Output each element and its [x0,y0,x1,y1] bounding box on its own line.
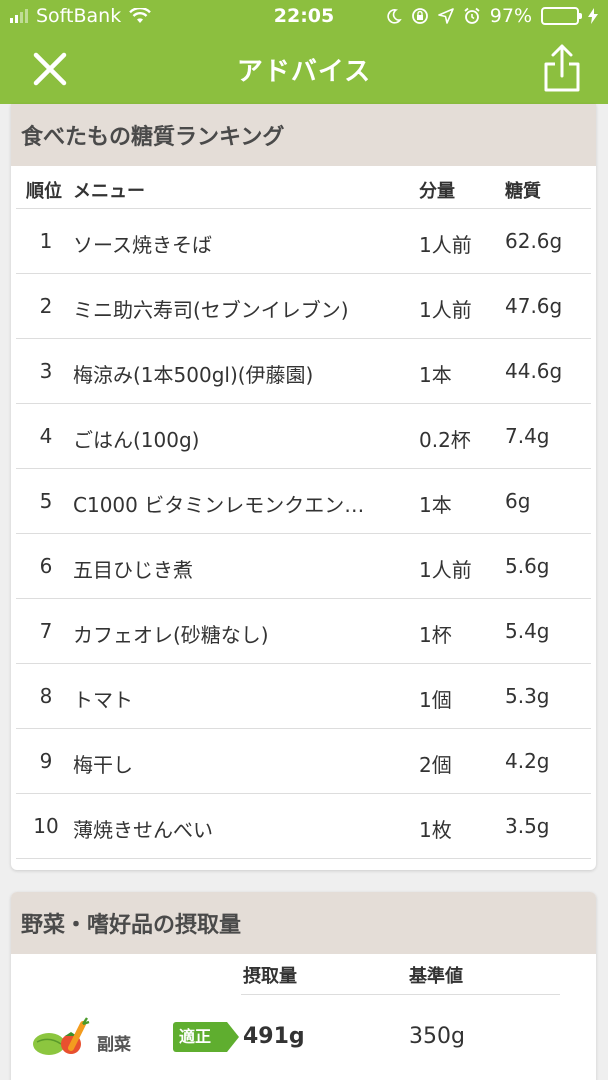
intake-table-header: 摂取量 基準値 [11,954,580,995]
rank-cell: 7 [39,619,53,643]
amount-cell: 1人前 [419,298,472,322]
header-amount: 分量 [419,181,455,202]
moon-icon [387,9,402,24]
rank-cell: 2 [39,294,53,318]
battery-icon [541,7,582,25]
status-right: 97% [386,5,598,27]
amount-cell: 1人前 [419,558,472,582]
sugar-cell: 44.6g [505,359,563,383]
sugar-cell: 6g [505,489,531,513]
menu-cell: 薄焼きせんべい [73,818,213,842]
rank-cell: 4 [39,424,53,448]
amount-cell: 1本 [419,363,452,387]
ranking-title: 食べたもの糖質ランキング [11,104,596,166]
amount-cell: 2個 [419,753,452,777]
share-icon[interactable] [540,42,584,94]
table-row[interactable]: 1 ソース焼きそば 1人前 62.6g [16,209,591,274]
ranking-rows: 1 ソース焼きそば 1人前 62.6g 2 ミニ助六寿司(セブンイレブン) 1人前 47.6g… [11,209,596,859]
table-row[interactable]: 3 梅涼み(1本500gl)(伊藤園) 1本 44.6g [16,339,591,404]
vegetables-icon [33,1017,90,1055]
rank-cell: 10 [33,814,59,838]
rank-cell: 3 [39,359,53,383]
amount-cell: 0.2杯 [419,428,471,452]
sugar-cell: 7.4g [505,424,550,448]
table-row[interactable]: 5 C1000 ビタミンレモンクエン… 1本 6g [16,469,591,534]
charging-icon [588,8,598,24]
menu-cell: 梅涼み(1本500gl)(伊藤園) [73,363,314,387]
sugar-cell: 5.3g [505,684,550,708]
amount-cell: 1本 [419,493,452,517]
intake-label: 副菜 [97,1035,131,1055]
menu-cell: トマト [73,688,133,712]
sugar-cell: 3.5g [505,814,550,838]
battery-percent: 97% [489,5,532,27]
amount-cell: 1杯 [419,623,452,647]
header-standard: 基準値 [409,966,463,987]
sugar-cell: 5.6g [505,554,550,578]
nav-bar: アドバイス [0,34,608,104]
menu-cell: C1000 ビタミンレモンクエン… [73,493,365,517]
intake-amount: 491g [243,1024,305,1049]
menu-cell: ごはん(100g) [73,428,200,452]
ranking-table-header: 順位 メニュー 分量 糖質 [16,166,591,209]
status-badge: 適正 [173,1022,239,1052]
top-bar: SoftBank 22:05 97% アドバイス [0,0,608,104]
sugar-cell: 62.6g [505,229,563,253]
rank-cell: 8 [39,684,53,708]
rank-cell: 5 [39,489,53,513]
rank-cell: 1 [39,229,53,253]
location-icon [437,8,454,24]
header-rank: 順位 [26,181,62,202]
table-row[interactable]: 4 ごはん(100g) 0.2杯 7.4g [16,404,591,469]
table-row[interactable]: 7 カフェオレ(砂糖なし) 1杯 5.4g [16,599,591,664]
header-menu: メニュー [73,181,145,202]
sugar-ranking-card: 食べたもの糖質ランキング 順位 メニュー 分量 糖質 1 ソース焼きそば 1人前 62… [11,104,596,870]
intake-title: 野菜・嗜好品の摂取量 [11,892,596,954]
alarm-icon [464,7,480,24]
menu-cell: ソース焼きそば [73,233,212,257]
amount-cell: 1個 [419,688,452,712]
rank-cell: 9 [39,749,53,773]
page-title: アドバイス [236,57,372,87]
intake-standard: 350g [409,1024,465,1049]
menu-cell: 五目ひじき煮 [73,558,193,582]
sugar-cell: 5.4g [505,619,550,643]
table-row[interactable]: 10 薄焼きせんべい 1枚 3.5g [16,794,591,859]
intake-card: 野菜・嗜好品の摂取量 摂取量 基準値 副菜 適正 491g 350g [11,892,596,1080]
header-sugar: 糖質 [505,181,541,202]
menu-cell: ミニ助六寿司(セブンイレブン) [73,298,349,322]
intake-row[interactable]: 副菜 適正 491g 350g [11,994,596,1074]
rotation-lock-icon [411,8,428,24]
table-row[interactable]: 8 トマト 1個 5.3g [16,664,591,729]
rank-cell: 6 [39,554,53,578]
status-bar: SoftBank 22:05 97% [0,0,608,34]
menu-cell: 梅干し [73,753,133,777]
amount-cell: 1枚 [419,818,452,842]
table-row[interactable]: 2 ミニ助六寿司(セブンイレブン) 1人前 47.6g [16,274,591,339]
menu-cell: カフェオレ(砂糖なし) [73,623,269,647]
table-row[interactable]: 9 梅干し 2個 4.2g [16,729,591,794]
header-intake-amount: 摂取量 [243,966,297,987]
sugar-cell: 47.6g [505,294,563,318]
sugar-cell: 4.2g [505,749,550,773]
amount-cell: 1人前 [419,233,472,257]
table-row[interactable]: 6 五目ひじき煮 1人前 5.6g [16,534,591,599]
